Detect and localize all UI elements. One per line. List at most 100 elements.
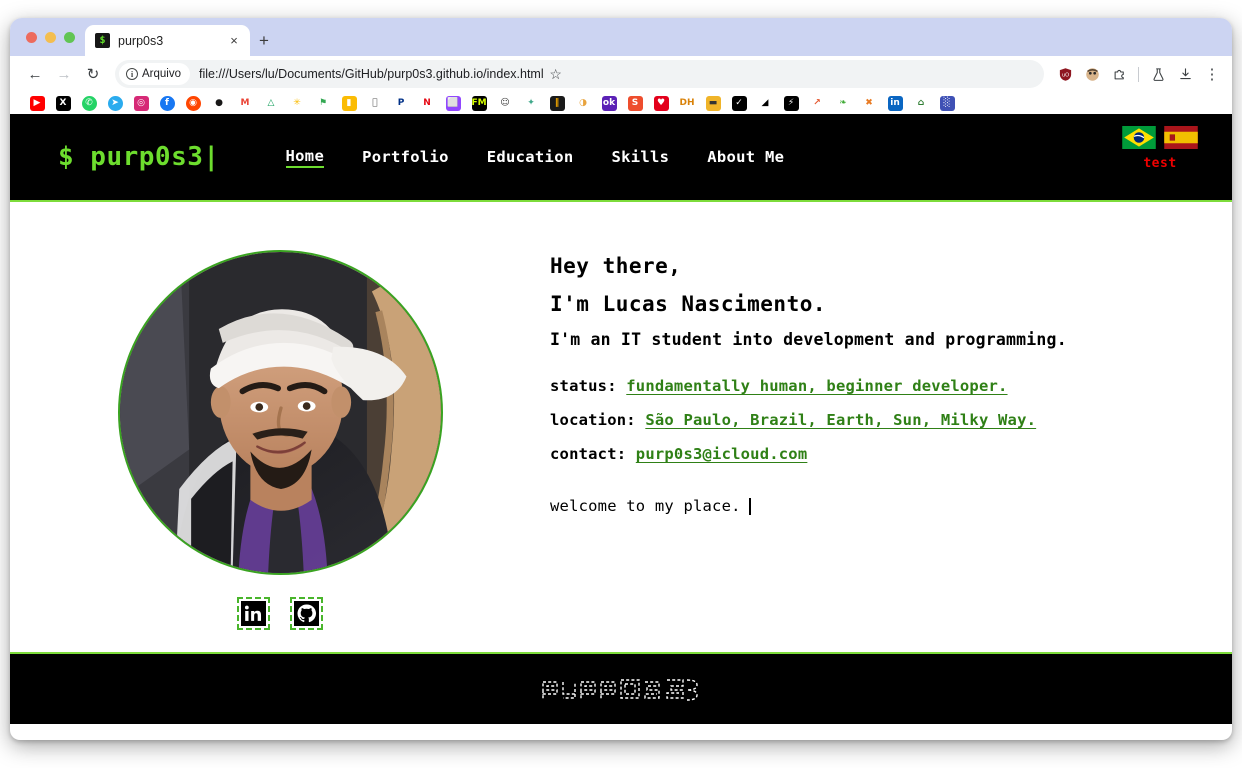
- labs-flask-icon[interactable]: [1146, 62, 1170, 86]
- bookmark-adidas[interactable]: ◢: [752, 95, 778, 112]
- bookmark-charts-app[interactable]: ‖: [544, 95, 570, 112]
- bookmark-x-orange-app[interactable]: ✖: [856, 95, 882, 112]
- shopee-icon: S: [627, 95, 643, 111]
- bookmark-swoosh-app[interactable]: ↗: [804, 95, 830, 112]
- bookmark-ok-app[interactable]: ok: [596, 95, 622, 112]
- linkedin-icon: [241, 601, 266, 626]
- flag-spain-icon[interactable]: [1164, 126, 1198, 149]
- twitch-icon: ⬜: [445, 95, 461, 111]
- downloads-icon[interactable]: [1173, 62, 1197, 86]
- address-bar[interactable]: i Arquivo file:///Users/lu/Documents/Git…: [115, 60, 1044, 88]
- bookmark-nike[interactable]: ✓: [726, 95, 752, 112]
- extension-avatar-icon[interactable]: [1080, 62, 1104, 86]
- bookmark-smiley-app[interactable]: ☺: [492, 95, 518, 112]
- google-keep-icon: ▮: [341, 95, 357, 111]
- hero-section: Hey there, I'm Lucas Nascimento. I'm an …: [10, 202, 1232, 652]
- footer-logo: [537, 672, 705, 706]
- bookmark-whatsapp[interactable]: ✆: [76, 95, 102, 112]
- bookmark-x-twitter[interactable]: X: [50, 95, 76, 112]
- google-maps-icon: ⚑: [315, 95, 331, 111]
- bookmark-instagram[interactable]: ◎: [128, 95, 154, 112]
- bookmark-google-keep[interactable]: ▮: [336, 95, 362, 112]
- linkedin-icon: in: [887, 95, 903, 111]
- bookmark-paypal[interactable]: P: [388, 95, 414, 112]
- bookmark-heart-app[interactable]: ♥: [648, 95, 674, 112]
- close-window-button[interactable]: [26, 31, 37, 43]
- reload-button[interactable]: ↻: [80, 61, 106, 87]
- address-bar-url: file:///Users/lu/Documents/GitHub/purp0s…: [199, 67, 544, 81]
- bookmark-leaf-app[interactable]: ❧: [830, 95, 856, 112]
- star-app-icon: ✦: [523, 95, 539, 111]
- bookmark-google-photos[interactable]: ✳: [284, 95, 310, 112]
- bookmark-reddit[interactable]: ◉: [180, 95, 206, 112]
- bookmark-taco-app[interactable]: ◑: [570, 95, 596, 112]
- bookmark-telegram[interactable]: ➤: [102, 95, 128, 112]
- browser-tab-purp0s3[interactable]: $ purp0s3 ×: [85, 25, 250, 56]
- hero-meta-list: status: fundamentally human, beginner de…: [550, 377, 1232, 463]
- nav-link-portfolio[interactable]: Portfolio: [362, 148, 449, 166]
- google-drive-icon: △: [263, 95, 279, 111]
- social-links: [237, 597, 323, 630]
- tab-close-icon[interactable]: ×: [226, 33, 242, 49]
- nav-link-skills[interactable]: Skills: [611, 148, 669, 166]
- maximize-window-button[interactable]: [64, 31, 75, 43]
- bookmark-apple[interactable]: : [362, 95, 388, 112]
- site-logo[interactable]: $ purp0s3|: [58, 142, 220, 172]
- new-tab-button[interactable]: +: [250, 25, 278, 56]
- reddit-icon: ◉: [185, 95, 201, 111]
- hero-meta-value-link[interactable]: purp0s3@icloud.com: [636, 445, 808, 463]
- nav-link-home[interactable]: Home: [285, 147, 325, 168]
- paypal-icon: P: [393, 95, 409, 111]
- svg-text:uO: uO: [1061, 72, 1068, 78]
- bookmark-linkedin[interactable]: in: [882, 95, 908, 112]
- nav-link-education[interactable]: Education: [487, 148, 574, 166]
- hero-name: I'm Lucas Nascimento.: [550, 292, 827, 316]
- bookmark-grid-app[interactable]: ░: [934, 95, 960, 112]
- google-photos-icon: ✳: [289, 95, 305, 111]
- dh-app-icon: DH: [679, 95, 695, 111]
- hero-meta-row: contact: purp0s3@icloud.com: [550, 445, 1232, 463]
- bookmark-github[interactable]: ●: [206, 95, 232, 112]
- back-button[interactable]: ←: [22, 61, 48, 87]
- ok-app-icon: ok: [601, 95, 617, 111]
- youtube-icon: ▶: [29, 95, 45, 111]
- tab-favicon-icon: $: [95, 33, 110, 48]
- hero-meta-value-link[interactable]: São Paulo, Brazil, Earth, Sun, Milky Way…: [645, 411, 1036, 429]
- bookmark-star-app[interactable]: ✦: [518, 95, 544, 112]
- social-link-github[interactable]: [290, 597, 323, 630]
- minimize-window-button[interactable]: [45, 31, 56, 43]
- bookmark-gmail[interactable]: M: [232, 95, 258, 112]
- tab-title: purp0s3: [118, 33, 164, 48]
- bag-app-icon: ▬: [705, 95, 721, 111]
- instagram-icon: ◎: [133, 95, 149, 111]
- site-info-chip[interactable]: i Arquivo: [119, 63, 190, 85]
- hero-meta-value-link[interactable]: fundamentally human, beginner developer.: [626, 377, 1007, 395]
- nav-link-about-me[interactable]: About Me: [707, 148, 784, 166]
- smiley-app-icon: ☺: [497, 95, 513, 111]
- bookmark-home-app[interactable]: ⌂: [908, 95, 934, 112]
- bookmark-dh-app[interactable]: DH: [674, 95, 700, 112]
- bookmark-google-drive[interactable]: △: [258, 95, 284, 112]
- fm-app-icon: FM: [471, 95, 487, 111]
- bookmark-bag-app[interactable]: ▬: [700, 95, 726, 112]
- bookmark-facebook[interactable]: f: [154, 95, 180, 112]
- bookmark-twitch[interactable]: ⬜: [440, 95, 466, 112]
- flag-brazil-icon[interactable]: [1122, 126, 1156, 149]
- social-link-linkedin[interactable]: [237, 597, 270, 630]
- bookmark-fm-app[interactable]: FM: [466, 95, 492, 112]
- bookmark-google-maps[interactable]: ⚑: [310, 95, 336, 112]
- extensions-puzzle-icon[interactable]: [1107, 62, 1131, 86]
- taco-app-icon: ◑: [575, 95, 591, 111]
- hero-left-column: [10, 250, 550, 630]
- hero-meta-row: status: fundamentally human, beginner de…: [550, 377, 1232, 395]
- adidas-icon: ◢: [757, 95, 773, 111]
- browser-menu-icon[interactable]: ⋮: [1200, 62, 1224, 86]
- bookmark-flash-app[interactable]: ⚡: [778, 95, 804, 112]
- bookmark-netflix[interactable]: N: [414, 95, 440, 112]
- whatsapp-icon: ✆: [81, 95, 97, 111]
- bookmark-shopee[interactable]: S: [622, 95, 648, 112]
- bookmark-youtube[interactable]: ▶: [24, 95, 50, 112]
- forward-button[interactable]: →: [51, 61, 77, 87]
- ublock-shield-icon[interactable]: uO: [1053, 62, 1077, 86]
- bookmark-star-icon[interactable]: ☆: [544, 62, 568, 86]
